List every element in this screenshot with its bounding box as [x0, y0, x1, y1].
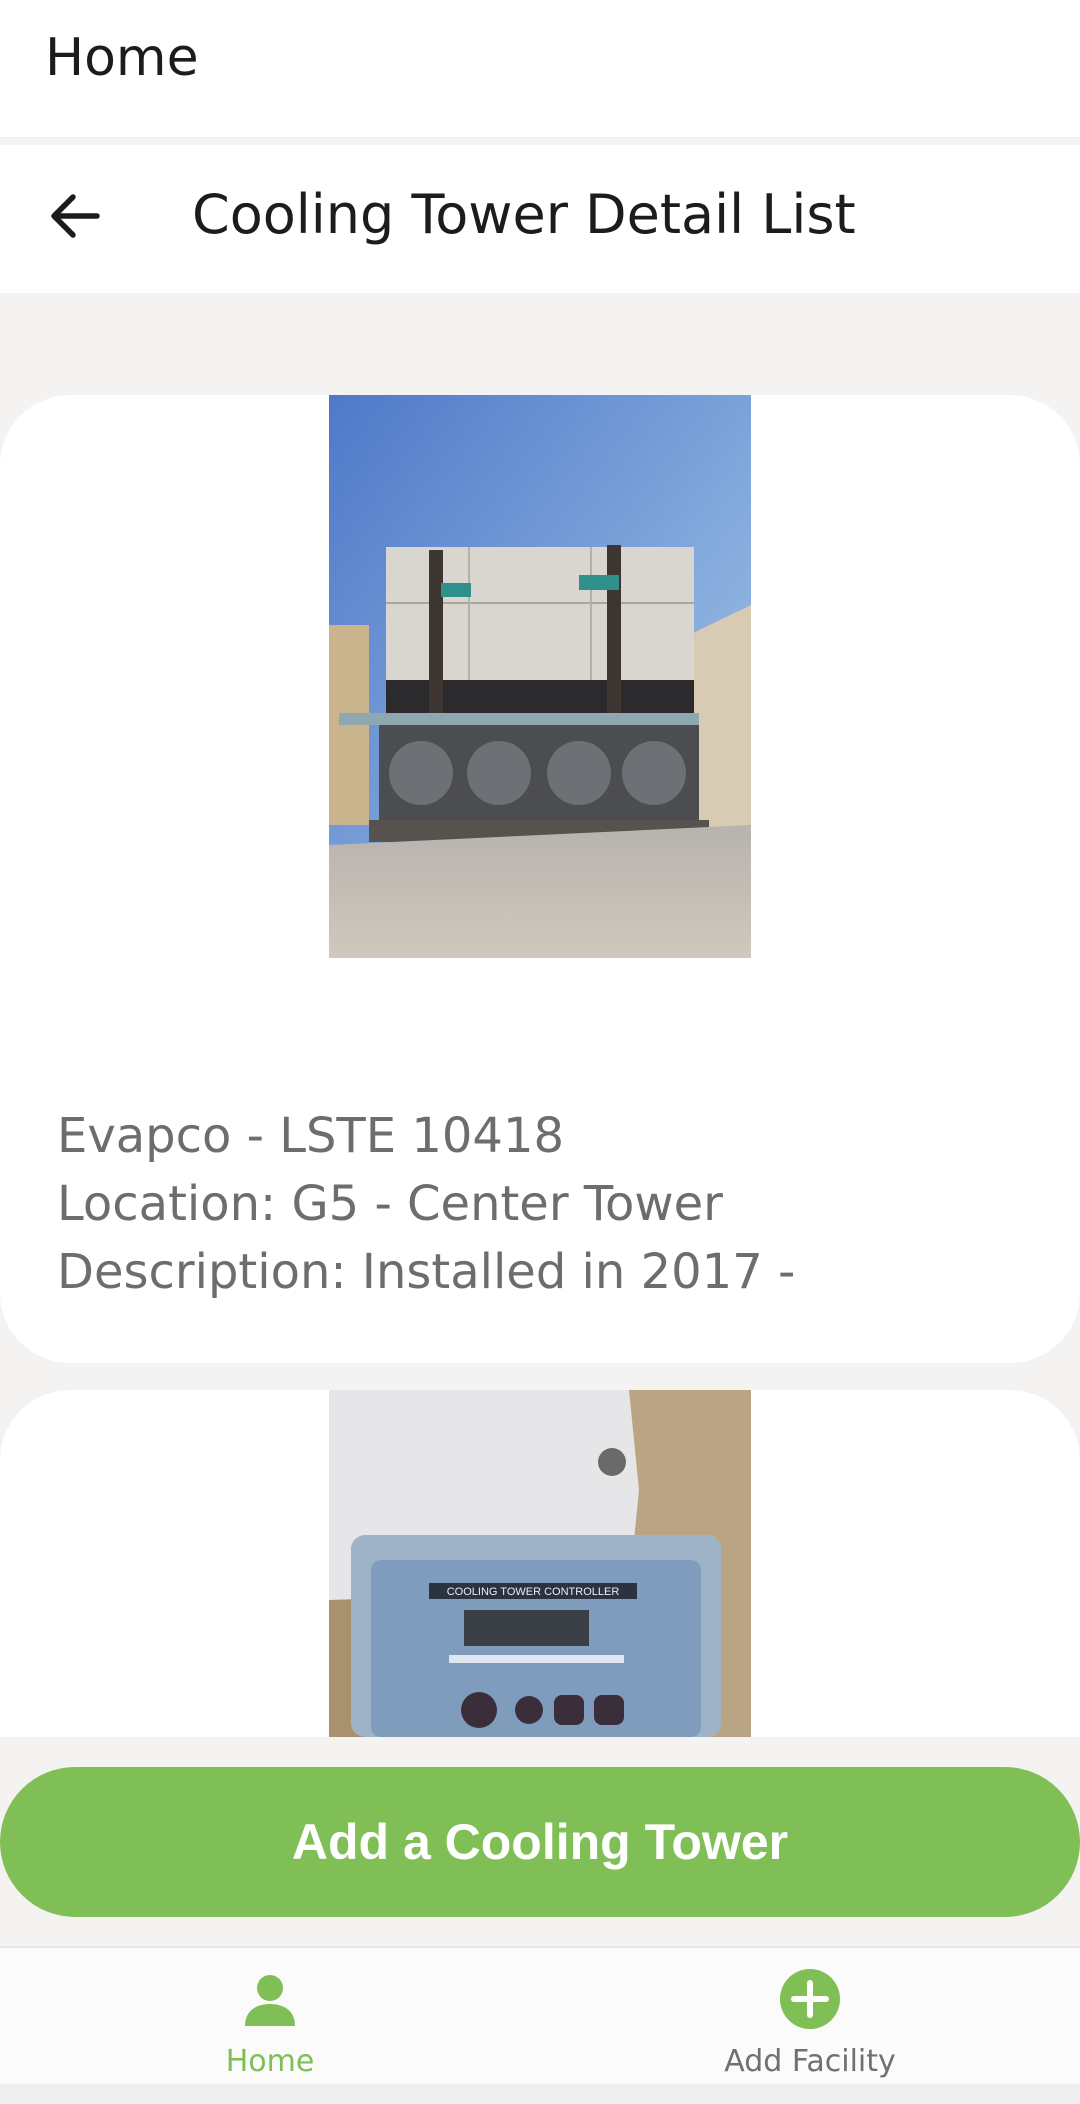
cooling-tower-list[interactable]: Evapco - LSTE 10418 Location: G5 - Cente…	[0, 293, 1080, 1737]
add-cooling-tower-button[interactable]: Add a Cooling Tower	[0, 1767, 1080, 1917]
tower-name: Evapco - LSTE 10418	[57, 1108, 565, 1164]
page-title: Cooling Tower Detail List	[192, 183, 856, 246]
app-header: Home	[0, 0, 1080, 138]
tower-description: Description: Installed in 2017 -	[57, 1244, 796, 1300]
system-nav-bar	[0, 2084, 1080, 2104]
cooling-tower-card[interactable]: COOLING TOWER CONTROLLER	[0, 1390, 1080, 1737]
tower-details: Evapco - LSTE 10418 Location: G5 - Cente…	[57, 1102, 795, 1306]
nav-item-home[interactable]: Home	[0, 1948, 540, 2086]
controller-label: COOLING TOWER CONTROLLER	[447, 1586, 620, 1598]
tower-location: Location: G5 - Center Tower	[57, 1176, 723, 1232]
plus-circle-icon	[780, 1969, 840, 2029]
person-icon	[245, 1975, 295, 2026]
sub-header: Cooling Tower Detail List	[0, 145, 1080, 293]
bottom-nav: Home Add Facility	[0, 1946, 1080, 2084]
nav-label-home: Home	[225, 2044, 315, 2079]
app-title: Home	[45, 28, 199, 88]
cooling-tower-photo	[329, 395, 751, 958]
nav-item-add-facility[interactable]: Add Facility	[540, 1948, 1080, 2086]
back-button[interactable]	[40, 181, 110, 251]
cooling-tower-controller-photo: COOLING TOWER CONTROLLER	[329, 1390, 751, 1737]
cooling-tower-card[interactable]: Evapco - LSTE 10418 Location: G5 - Cente…	[0, 395, 1080, 1363]
nav-label-add-facility: Add Facility	[724, 2044, 896, 2079]
arrow-left-icon	[51, 194, 100, 238]
